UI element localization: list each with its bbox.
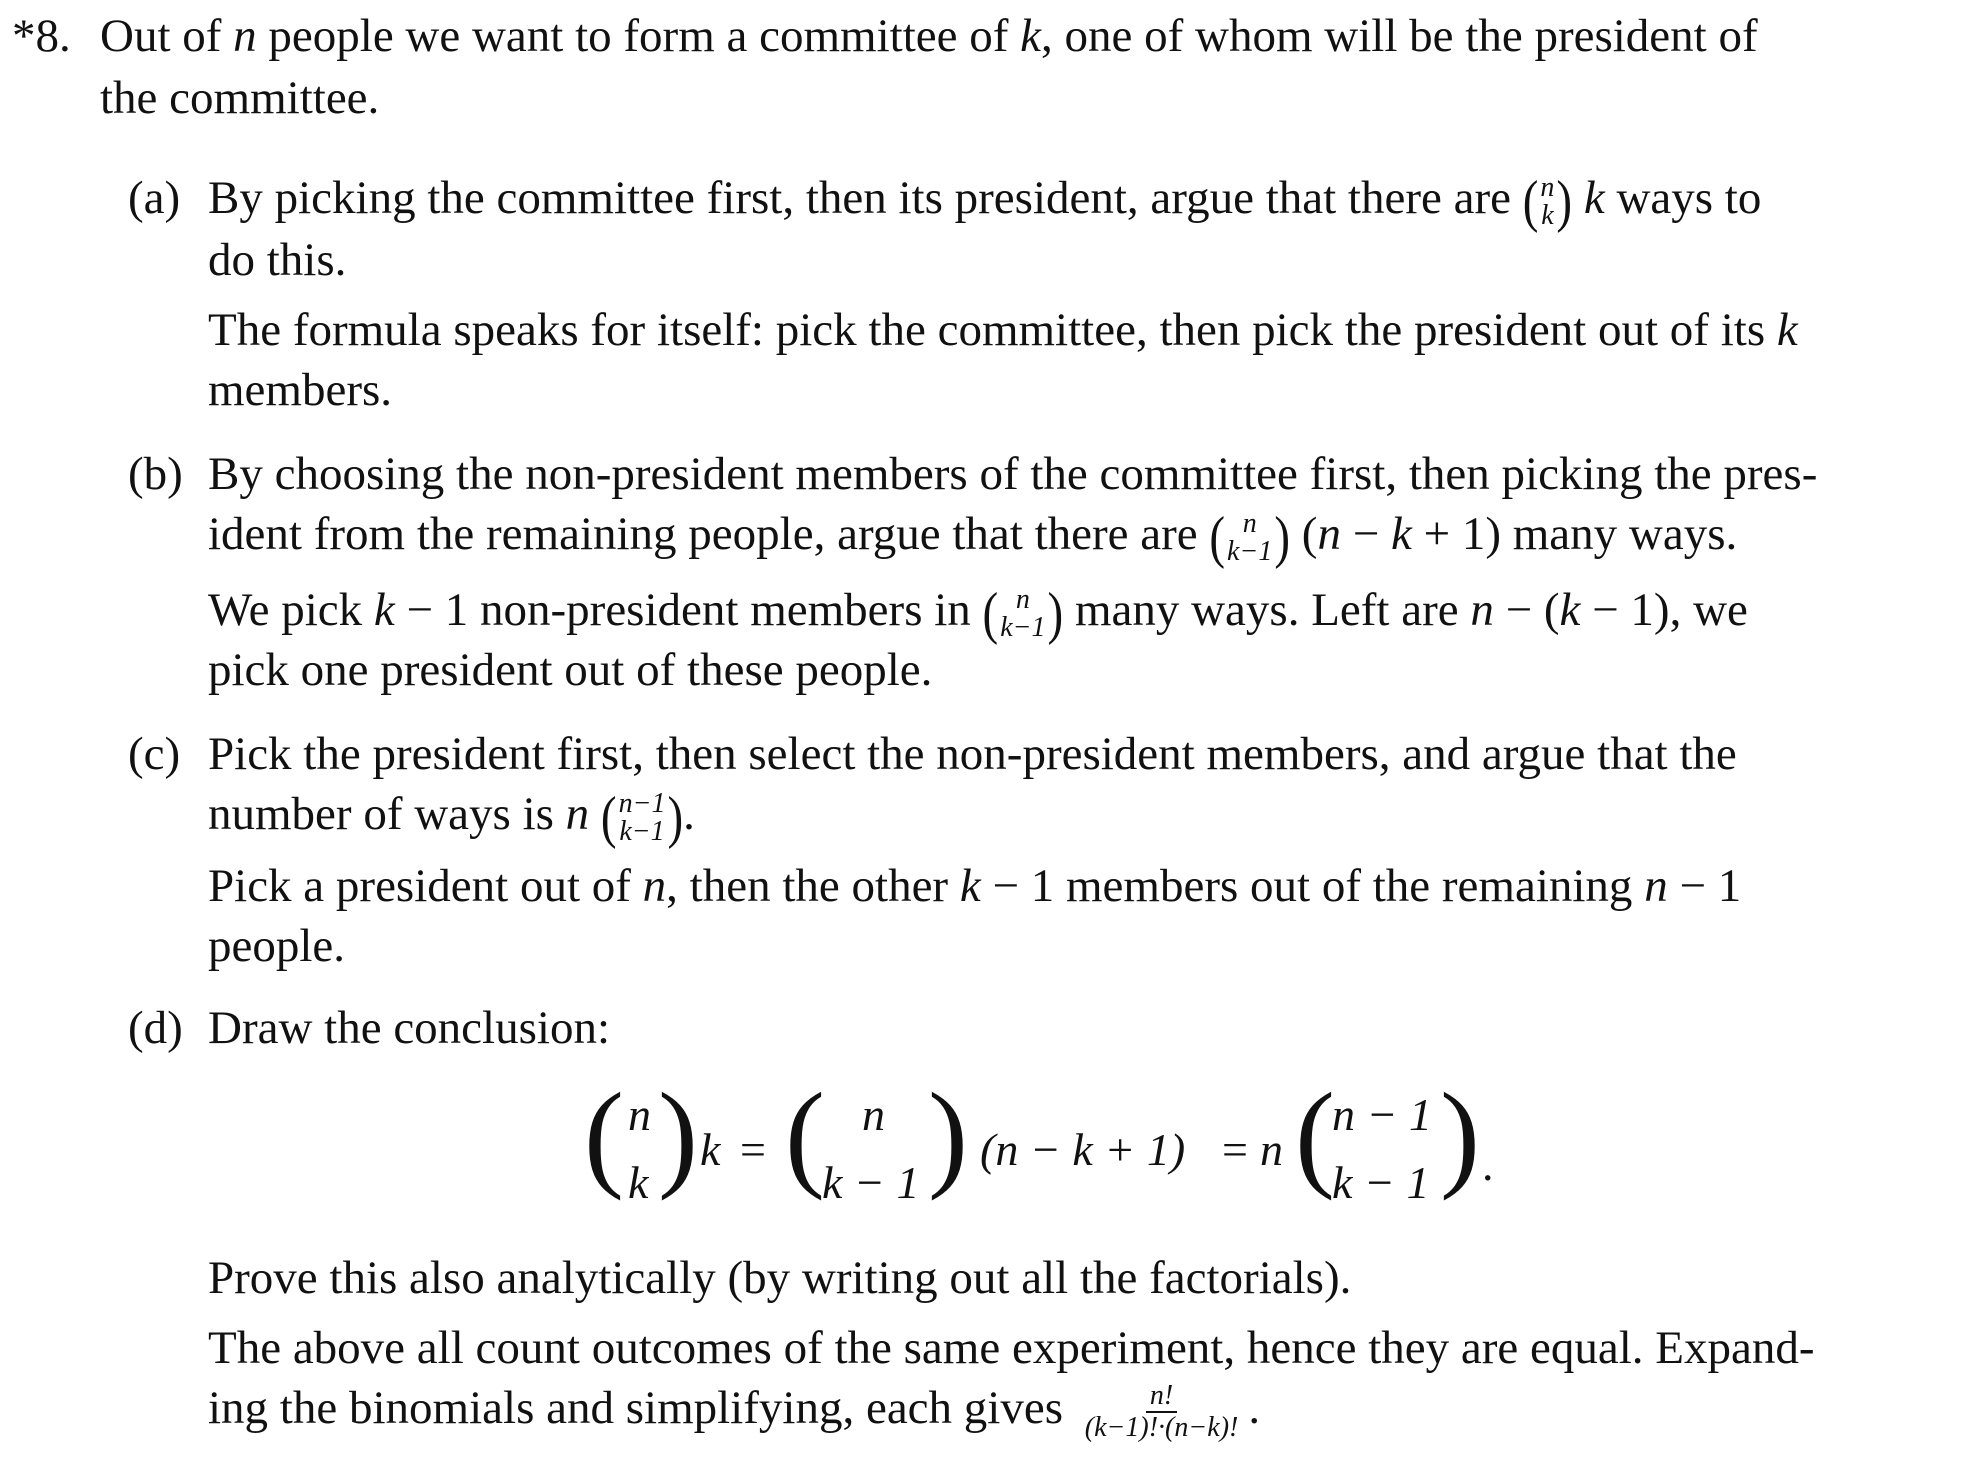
part-a-answer-line-2: members. (208, 364, 393, 416)
part-a-question-line-2: do this. (208, 234, 347, 286)
part-b-answer-line-2: pick one president out of these people. (208, 644, 933, 696)
equals-sign: = (1222, 1124, 1248, 1175)
part-d-prove-line: Prove this also analytically (by writing… (208, 1252, 1352, 1304)
part-c-question-line-2: number of ways is n (n−1 k−1) . (208, 785, 695, 851)
problem-page: *8. Out of n people we want to form a co… (0, 0, 1962, 1482)
big-paren-right: ) (658, 1080, 698, 1201)
binomial-n-k: (n k) (1522, 169, 1573, 235)
part-c-label: (c) (128, 728, 181, 780)
fraction-numerator: n! (1145, 1381, 1178, 1414)
equation-period: . (1482, 1139, 1494, 1190)
factor-k: k (700, 1124, 722, 1175)
big-paren-left: ( (785, 1080, 825, 1201)
part-b-label: (b) (128, 448, 183, 500)
part-d-answer-line-1: The above all count outcomes of the same… (208, 1322, 1815, 1374)
middle-factor: (n − k + 1) (980, 1124, 1185, 1175)
part-a-answer-line-1: The formula speaks for itself: pick the … (208, 304, 1798, 356)
binom-bottom-k: k (628, 1157, 650, 1208)
equals-sign: = (740, 1124, 766, 1175)
problem-number: *8. (12, 10, 71, 62)
binom-bottom-k-minus-1: k − 1 (822, 1157, 919, 1208)
binom-top-n-minus-1: n − 1 (1332, 1089, 1432, 1140)
part-d-label: (d) (128, 1002, 183, 1054)
binom-top-n: n (628, 1089, 651, 1140)
part-c-question-line-1: Pick the president first, then select th… (208, 728, 1737, 780)
problem-statement-line-1: Out of n people we want to form a commit… (100, 10, 1758, 62)
part-c-answer-line-2: people. (208, 920, 346, 972)
big-paren-right: ) (1440, 1080, 1480, 1201)
binom-bottom-k-minus-1: k − 1 (1332, 1157, 1429, 1208)
part-b-question-line-1: By choosing the non-president members of… (208, 448, 1818, 500)
binom-top-n: n (862, 1089, 885, 1140)
fraction-denominator: (k−1)!·(n−k)! (1084, 1412, 1239, 1444)
big-paren-left: ( (1295, 1080, 1335, 1201)
factor-n: n (1260, 1124, 1283, 1175)
binomial-n-k-minus-1: (n k−1) (982, 581, 1064, 647)
part-b-question-line-2: ident from the remaining people, argue t… (208, 505, 1738, 571)
part-b-answer-line-1: We pick k − 1 non-president members in (… (208, 581, 1748, 647)
part-b-question-text: ident from the remaining people, argue t… (208, 508, 1198, 560)
part-d-question: Draw the conclusion: (208, 1002, 611, 1054)
fraction-n-factorial: n! (k−1)!·(n−k)! (1081, 1381, 1243, 1443)
binomial-n-minus-1-k-minus-1: (n−1 k−1) (600, 785, 684, 851)
part-a-label: (a) (128, 172, 181, 224)
part-a-question-text: By picking the committee first, then its… (208, 172, 1511, 224)
big-paren-right: ) (928, 1080, 968, 1201)
problem-statement-line-2: the committee. (100, 72, 380, 124)
part-d-answer-text: ing the binomials and simplifying, each … (208, 1382, 1063, 1434)
part-c-answer-line-1: Pick a president out of n, then the othe… (208, 860, 1742, 912)
part-d-answer-line-2: ing the binomials and simplifying, each … (208, 1380, 1261, 1444)
binomial-n-k-minus-1: (n k−1) (1209, 505, 1291, 571)
big-paren-left: ( (584, 1080, 624, 1201)
part-a-question-line-1: By picking the committee first, then its… (208, 169, 1762, 235)
conclusion-equation: ( n k ) k = ( n k − 1 ) (n − k + 1) = n … (584, 1080, 1494, 1208)
